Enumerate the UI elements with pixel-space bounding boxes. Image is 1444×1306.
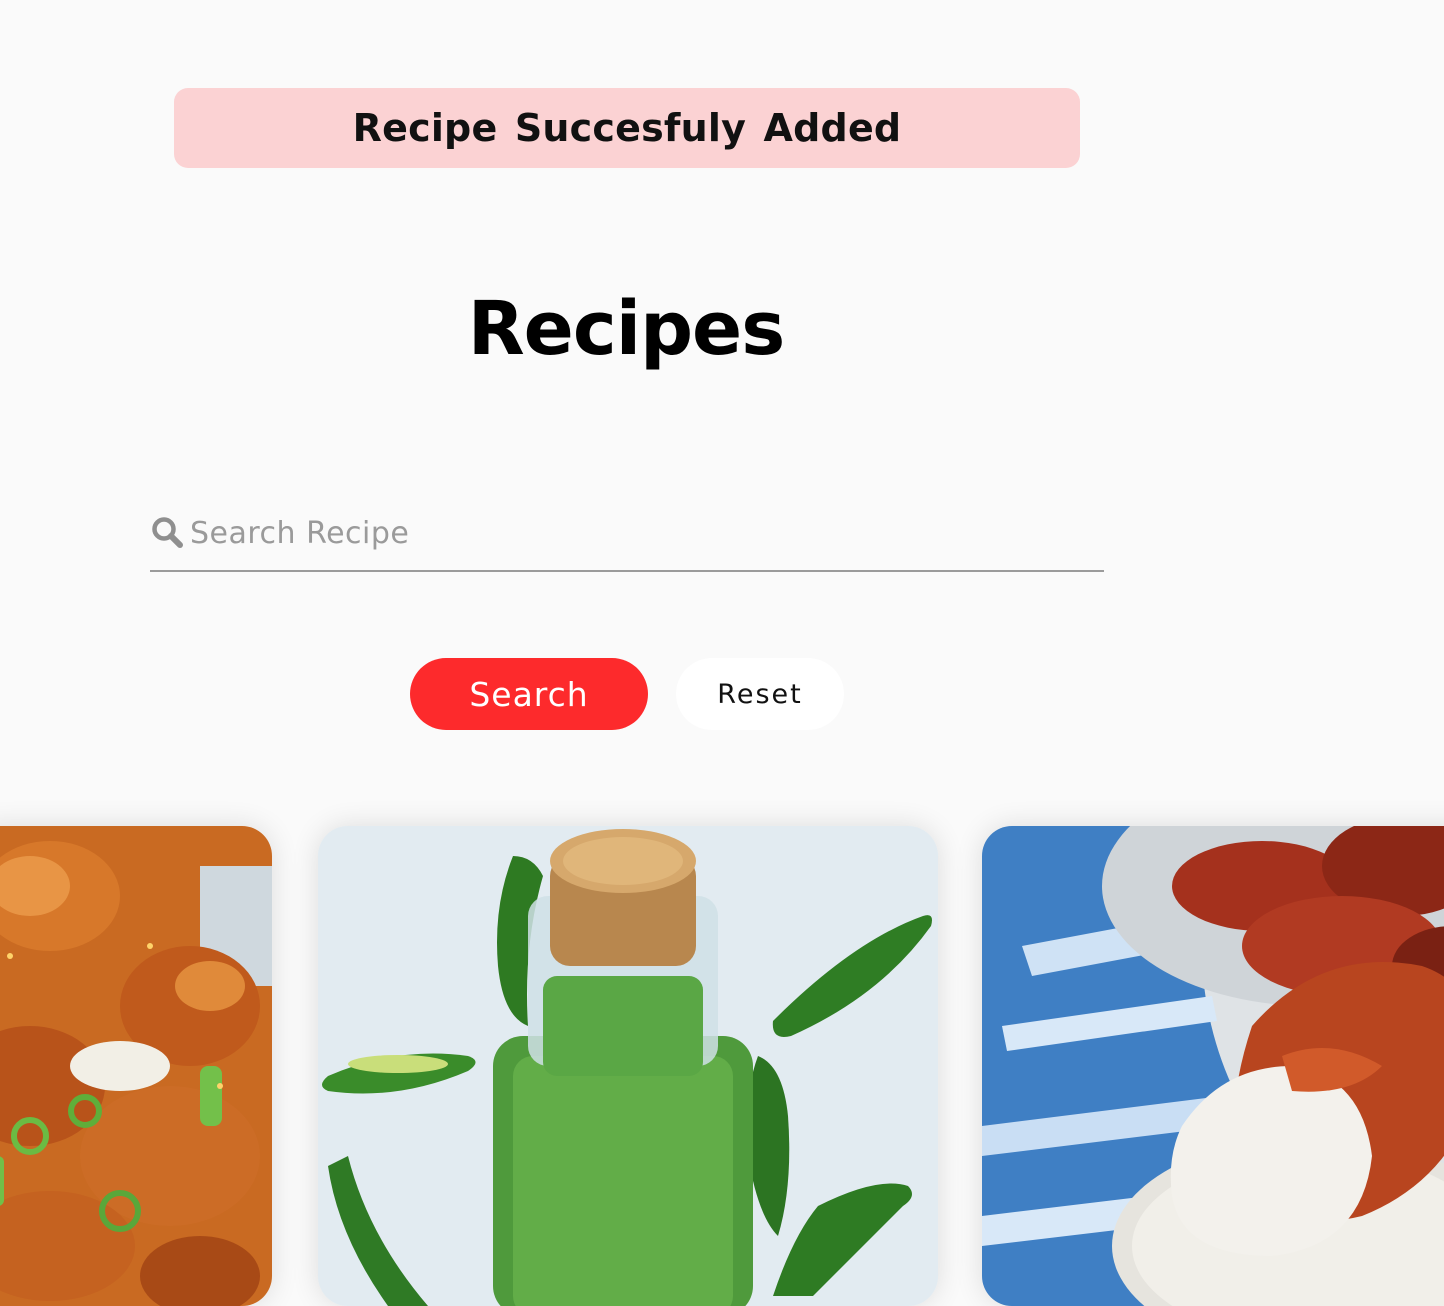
success-alert: Recipe Succesfuly Added (174, 88, 1080, 168)
recipe-image-green-sauce-bottle (318, 826, 938, 1306)
search-button[interactable]: Search (410, 658, 648, 730)
search-input[interactable] (190, 503, 1104, 563)
search-field[interactable] (150, 496, 1104, 572)
success-alert-message: Recipe Succesfuly Added (352, 106, 902, 150)
recipe-card[interactable] (0, 826, 272, 1306)
reset-button[interactable]: Reset (676, 658, 844, 730)
search-icon (150, 515, 184, 549)
page-title: Recipes (467, 286, 786, 372)
recipe-image-buffalo-wings (982, 826, 1444, 1306)
recipe-card[interactable] (318, 826, 938, 1306)
recipe-image-orange-chicken (0, 826, 272, 1306)
recipe-card[interactable] (982, 826, 1444, 1306)
